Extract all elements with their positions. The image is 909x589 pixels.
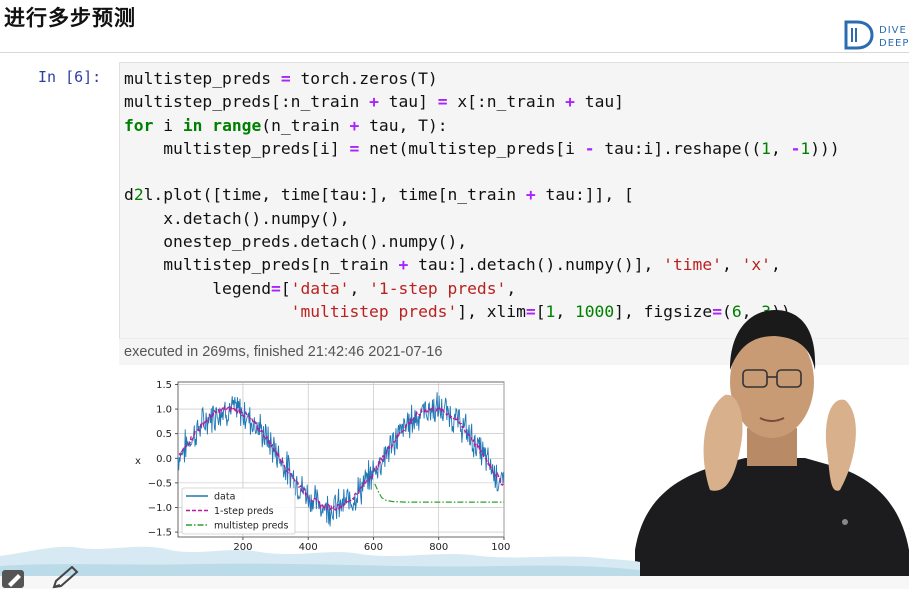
brand-logo: DIVE DEEP xyxy=(843,18,909,52)
edit-icon[interactable] xyxy=(0,566,28,589)
execution-info: executed in 269ms, finished 21:42:46 202… xyxy=(124,344,443,360)
waveform-decoration xyxy=(0,546,640,581)
cell-prompt: In [6]: xyxy=(38,68,102,86)
code-cell[interactable]: multistep_preds = torch.zeros(T) multiste… xyxy=(119,62,909,339)
code-line: for i in range(n_train + tau, T): xyxy=(124,115,448,135)
brand-text: DIVE DEEP xyxy=(879,25,909,49)
code-editor[interactable]: multistep_preds = torch.zeros(T) multiste… xyxy=(124,67,840,323)
code-line: multistep_preds = torch.zeros(T) xyxy=(124,69,438,88)
bottom-toolbar xyxy=(0,576,909,589)
d2l-logo-icon xyxy=(844,20,874,50)
y-tick-label: −0.5 xyxy=(148,478,172,489)
legend-label: multistep preds xyxy=(214,521,288,532)
y-tick-label: 0.5 xyxy=(156,429,172,440)
code-line: multistep_preds[i] = net(multistep_preds… xyxy=(124,138,840,158)
legend-label: 1-step preds xyxy=(214,506,274,517)
y-tick-label: −1.0 xyxy=(148,503,172,514)
page-title: 进行多步预测 xyxy=(4,6,136,30)
y-tick-label: 0.0 xyxy=(156,454,172,465)
slide-header: 进行多步预测 DIVE DEEP xyxy=(0,0,909,53)
y-axis-label: x xyxy=(135,456,141,467)
code-line: multistep_preds[:n_train + tau] = x[:n_t… xyxy=(124,92,624,112)
code-line: d2l.plot([time, time[tau:], time[n_train… xyxy=(124,185,634,205)
pen-icon[interactable] xyxy=(50,566,80,589)
y-tick-label: 1.5 xyxy=(156,380,172,391)
code-line: legend=['data', '1-step preds', xyxy=(124,278,517,298)
y-tick-label: 1.0 xyxy=(156,405,172,416)
code-line: multistep_preds[n_train + tau:].detach()… xyxy=(124,255,781,275)
legend-label: data xyxy=(214,492,235,503)
code-line: onestep_preds.detach().numpy(), xyxy=(124,232,468,252)
code-line: x.detach().numpy(), xyxy=(124,208,350,228)
legend: data 1-step preds multistep preds xyxy=(181,487,296,535)
